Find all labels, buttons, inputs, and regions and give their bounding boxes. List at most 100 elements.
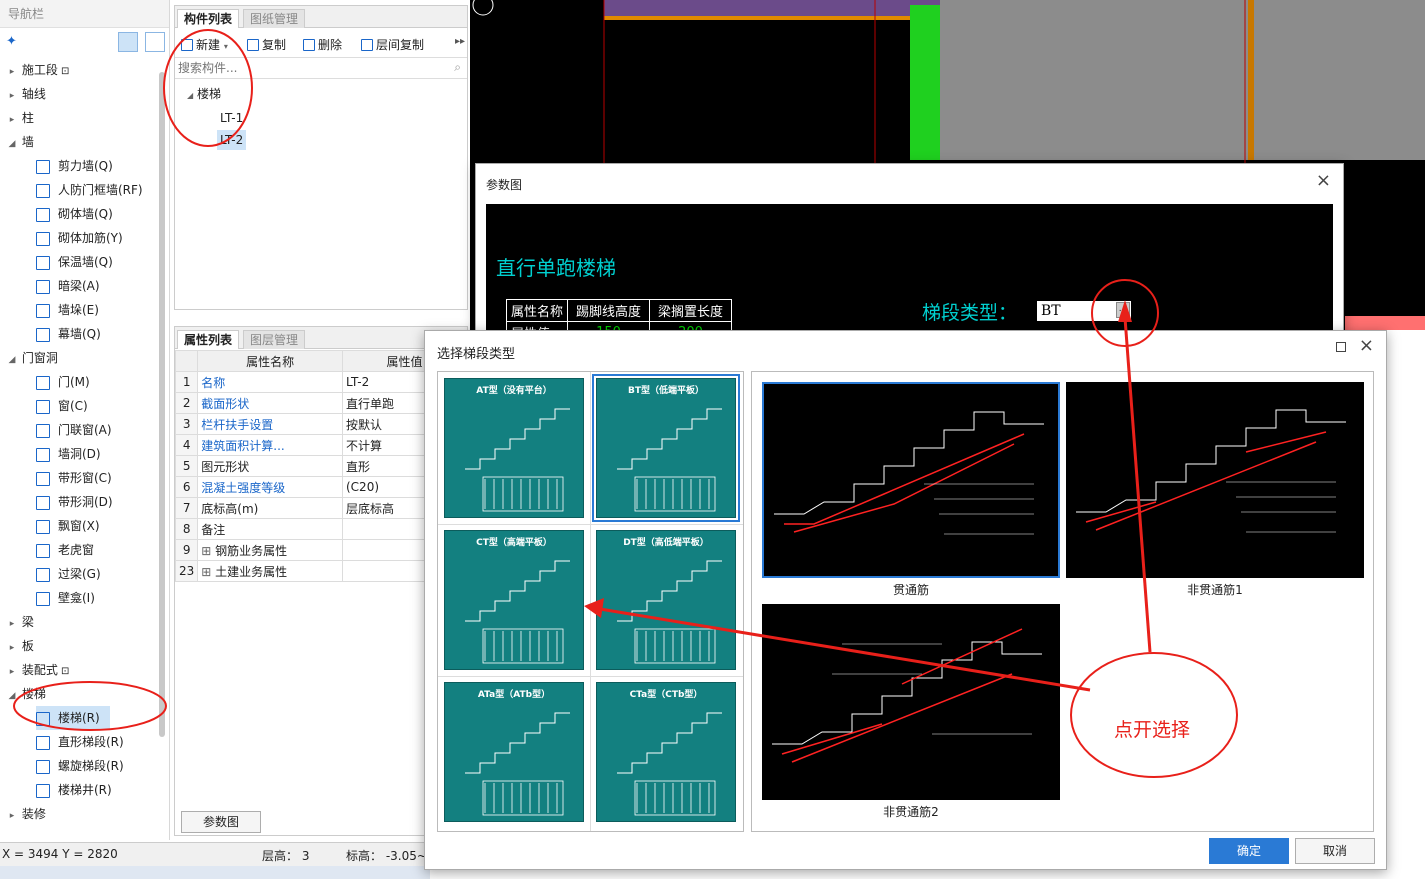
property-row[interactable]: 2 截面形状 直行单跑 [174,392,467,414]
nav-item[interactable]: ◢ 门窗洞 [6,346,58,370]
param-diagram-button[interactable]: 参数图 [181,811,261,833]
nav-toolbar: ✦ [0,28,169,56]
floor-copy-button[interactable]: 层间复制 [361,36,424,54]
nav-item[interactable]: 剪力墙(Q) [36,154,123,178]
detail-view-icon[interactable] [145,32,165,52]
property-name: 截面形状 [197,392,343,414]
nav-item[interactable]: 过梁(G) [36,562,111,586]
nav-item[interactable]: ▸ 施工段 ⊡ [6,58,70,84]
stair-type-thumbnail[interactable]: BT型（低端平板） [592,374,740,522]
nav-item[interactable]: ▸ 梁 [6,610,34,634]
collapse-icon[interactable]: ◢ [187,91,193,100]
nav-item[interactable]: ▸ 装配式 ⊡ [6,658,70,684]
nav-item[interactable]: 带形窗(C) [36,466,122,490]
maximize-icon[interactable] [1336,342,1346,352]
nav-item[interactable]: 楼梯(R) [36,706,110,730]
delete-button[interactable]: 删除 [303,36,342,54]
expand-icon[interactable]: ▸ [6,804,18,828]
property-row[interactable]: 9 ⊞ 钢筋业务属性 [174,539,467,561]
nav-item-label: 装修 [21,807,46,821]
nav-item[interactable]: 墙洞(D) [36,442,111,466]
property-row[interactable]: 5 图元形状 直形 [174,455,467,477]
close-icon[interactable]: × [1316,170,1331,191]
tab-property-list[interactable]: 属性列表 [177,330,240,349]
tree-item-lt1[interactable]: LT-1 [217,108,246,128]
property-row[interactable]: 3 栏杆扶手设置 按默认 [174,413,467,435]
tree-item-lt2[interactable]: LT-2 [217,130,247,150]
nav-item[interactable]: ▸ 装修 [6,802,46,826]
ok-button[interactable]: 确定 [1209,838,1289,864]
nav-item[interactable]: 门(M) [36,370,100,394]
new-button[interactable]: 新建 ▾ [181,36,228,54]
tab-component-list[interactable]: 构件列表 [177,9,240,28]
nav-item-label: 墙 [21,135,34,149]
cancel-button[interactable]: 取消 [1295,838,1375,864]
nav-item[interactable]: 楼梯井(R) [36,778,122,802]
preview-through-bar[interactable] [762,382,1060,578]
nav-item[interactable]: ◢ 楼梯 [6,682,46,706]
row-number: 4 [174,434,199,456]
nav-item[interactable]: 砌体墙(Q) [36,202,123,226]
nav-item[interactable]: 人防门框墙(RF) [36,178,153,202]
search-icon[interactable]: ⌕ [454,60,461,75]
preview-non-through-bar-2[interactable] [762,604,1060,800]
floor-height-readout: 层高： 3 [262,849,310,863]
search-input[interactable] [175,58,435,78]
tab-drawing-management[interactable]: 图纸管理 [243,9,306,28]
nav-item[interactable]: ▸ 板 [6,634,34,658]
cad-red-band [1345,316,1425,330]
nav-item[interactable]: 门联窗(A) [36,418,122,442]
browse-button[interactable]: ... [1116,302,1130,318]
nav-item[interactable]: 带形洞(D) [36,490,123,514]
collapse-icon[interactable]: ◢ [6,348,18,372]
list-view-icon[interactable] [118,32,138,52]
stair-type-thumbnail[interactable]: CT型（高端平板） [444,530,584,670]
expand-icon[interactable]: ▸ [6,660,18,684]
param-dialog: 参数图 × 直行单跑楼梯 属性名称踢脚线高度梁搁置长度 属性值150200 梯段… [475,163,1344,344]
expand-icon[interactable]: ▸ [6,84,18,108]
property-row[interactable]: 23 ⊞ 土建业务属性 [174,560,467,582]
nav-item[interactable]: 飘窗(X) [36,514,110,538]
property-row[interactable]: 6 混凝土强度等级 (C20) [174,476,467,498]
stair-type-thumbnail[interactable]: ATa型（ATb型） [444,682,584,822]
tab-layer-management[interactable]: 图层管理 [243,330,306,349]
component-icon [36,519,50,534]
nav-item[interactable]: 窗(C) [36,394,98,418]
nav-item[interactable]: 砌体加筋(Y) [36,226,133,250]
collapse-icon[interactable]: ◢ [6,132,18,156]
nav-item[interactable]: 保温墙(Q) [36,250,123,274]
tree-root-stair[interactable]: ◢ 楼梯 [187,84,221,104]
nav-item-label: 楼梯(R) [58,711,100,725]
nav-item[interactable]: ▸ 柱 [6,106,34,130]
property-row[interactable]: 8 备注 [174,518,467,540]
dropdown-icon[interactable]: ▾ [224,42,228,51]
nav-item[interactable]: 老虎窗 [36,538,104,562]
copy-button[interactable]: 复制 [247,36,286,54]
nav-item[interactable]: 幕墙(Q) [36,322,111,346]
expand-icon[interactable]: ▸ [6,108,18,132]
nav-item[interactable]: 墙垛(E) [36,298,109,322]
more-icon[interactable]: ▸▸ [455,36,465,47]
property-row[interactable]: 1 名称 LT-2 [174,371,467,393]
nav-item[interactable]: 暗梁(A) [36,274,110,298]
expand-icon[interactable]: ▸ [6,612,18,636]
nav-item[interactable]: 壁龛(I) [36,586,105,610]
expand-icon[interactable]: ⊞ [201,565,215,579]
property-row[interactable]: 4 建筑面积计算... 不计算 [174,434,467,456]
preview-non-through-bar-1[interactable] [1066,382,1364,578]
expand-icon[interactable]: ▸ [6,636,18,660]
expand-icon[interactable]: ⊞ [201,544,215,558]
stair-type-thumbnail[interactable]: AT型（没有平台） [444,378,584,518]
nav-item[interactable]: ▸ 轴线 [6,82,46,106]
nav-scrollbar[interactable] [159,72,165,737]
stair-type-thumbnail[interactable]: CTa型（CTb型） [596,682,736,822]
expand-icon[interactable]: ▸ [6,60,18,84]
stair-type-thumbnail[interactable]: DT型（高低端平板） [596,530,736,670]
property-row[interactable]: 7 底标高(m) 层底标高 [174,497,467,519]
collapse-icon[interactable]: ◢ [6,684,18,708]
nav-item[interactable]: ◢ 墙 [6,130,34,154]
nav-item[interactable]: 螺旋梯段(R) [36,754,134,778]
nav-item[interactable]: 直形梯段(R) [36,730,134,754]
pin-icon[interactable]: ✦ [6,34,17,49]
close-icon[interactable]: × [1359,335,1374,356]
